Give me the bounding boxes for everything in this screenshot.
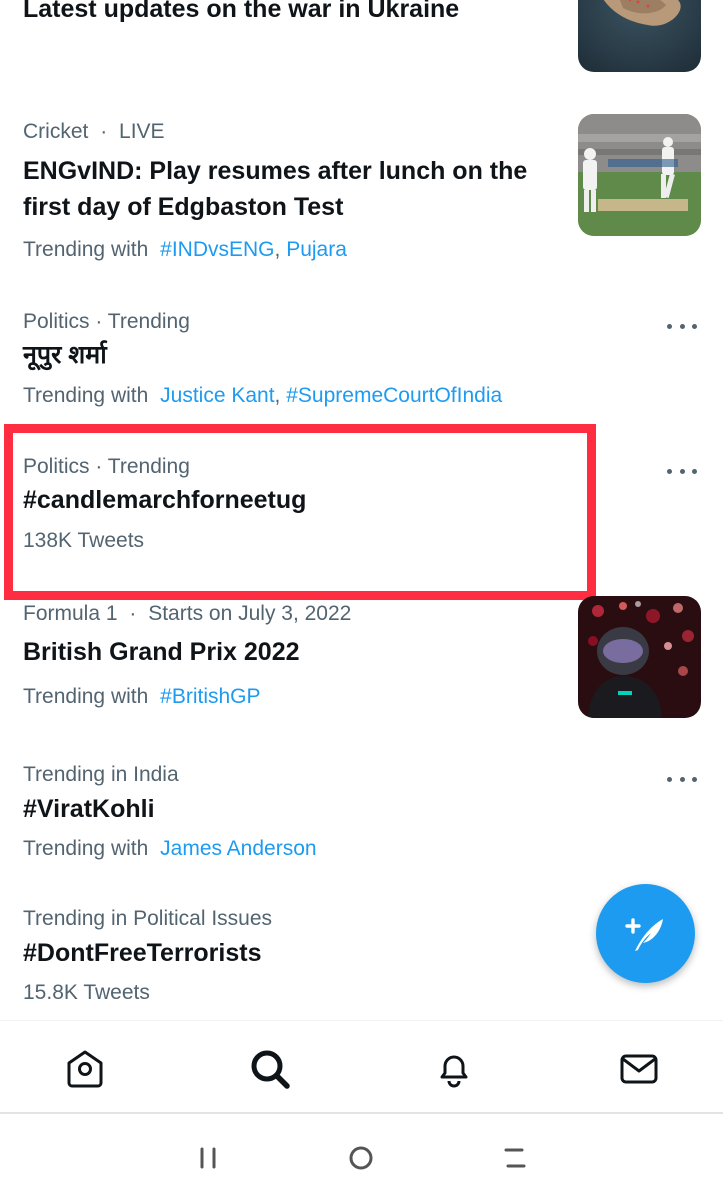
trend-meta: Politics · Trending <box>23 455 190 478</box>
bell-icon <box>440 1055 468 1088</box>
island-aerial-photo <box>578 0 701 72</box>
trend-category: Cricket <box>23 120 89 143</box>
search-icon <box>251 1050 290 1089</box>
dot-separator: · <box>129 602 137 625</box>
tweet-count: 15.8K Tweets <box>23 981 150 1004</box>
home-icon <box>67 1050 103 1088</box>
trend-link-pujara[interactable]: Pujara <box>286 238 347 261</box>
more-options-icon[interactable] <box>667 461 697 481</box>
event-date: Starts on July 3, 2022 <box>148 602 352 625</box>
compose-tweet-icon <box>624 917 663 951</box>
trend-title: #ViratKohli <box>23 795 155 823</box>
search-tab[interactable] <box>246 1045 294 1093</box>
explore-screen: Latest updates on the war in Ukraine Cri… <box>0 0 723 1200</box>
trend-meta: Trending in India <box>23 763 179 786</box>
compose-tweet-button[interactable] <box>596 884 695 983</box>
back-icon <box>504 1148 526 1168</box>
trend-meta: Cricket · LIVE <box>23 120 165 144</box>
trend-title: नूपुर शर्मा <box>23 341 107 369</box>
trend-link-britishgp[interactable]: #BritishGP <box>160 685 260 708</box>
trend-meta: Formula 1 · Starts on July 3, 2022 <box>23 602 351 626</box>
home-tab[interactable] <box>61 1045 109 1093</box>
trending-with-label: Trending with <box>23 837 149 860</box>
trend-item-ukraine[interactable]: Latest updates on the war in Ukraine <box>0 0 723 100</box>
trend-subline: Trending with #INDvsENG, Pujara <box>23 238 347 262</box>
trending-with-label: Trending with <box>23 384 149 407</box>
recent-apps-icon <box>200 1147 216 1169</box>
trending-with-label: Trending with <box>23 238 149 261</box>
trend-link-justice-kant[interactable]: Justice Kant <box>160 384 274 407</box>
trend-subline: Trending with #BritishGP <box>23 685 261 709</box>
trend-title: ENGvIND: Play resumes after lunch on the… <box>23 153 527 225</box>
tweet-count: 138K Tweets <box>23 529 145 552</box>
trend-item-viratkohli[interactable]: Trending in India #ViratKohli Trending w… <box>0 753 723 873</box>
trend-item-candlemarchforneetug[interactable]: Politics · Trending #candlemarchforneetu… <box>0 445 723 575</box>
more-options-icon[interactable] <box>667 769 697 789</box>
live-status: LIVE <box>119 120 165 143</box>
trend-item-british-gp[interactable]: Formula 1 · Starts on July 3, 2022 Briti… <box>0 593 723 733</box>
trend-title: Latest updates on the war in Ukraine <box>23 0 460 23</box>
comma-separator: , <box>274 238 281 261</box>
trend-item-cricket[interactable]: Cricket · LIVE ENGvIND: Play resumes aft… <box>0 110 723 280</box>
trend-link-indvseng[interactable]: #INDvsENG <box>160 238 274 261</box>
cricket-match-photo <box>578 114 701 236</box>
bottom-navigation-bar <box>0 1020 723 1112</box>
trend-title: British Grand Prix 2022 <box>23 638 300 666</box>
trend-subline: Trending with Justice Kant, #SupremeCour… <box>23 384 502 408</box>
trend-title: #DontFreeTerrorists <box>23 939 262 967</box>
trend-title: #candlemarchforneetug <box>23 486 307 514</box>
comma-separator: , <box>274 384 281 407</box>
messages-tab[interactable] <box>615 1045 663 1093</box>
notifications-tab[interactable] <box>430 1045 478 1093</box>
trend-link-supremecourtofindia[interactable]: #SupremeCourtOfIndia <box>286 384 502 407</box>
trend-meta: Politics · Trending <box>23 310 190 333</box>
home-circle-icon <box>349 1146 373 1170</box>
mail-icon <box>620 1054 658 1084</box>
trend-title-line1: ENGvIND: Play resumes after lunch on the <box>23 157 528 185</box>
trend-category: Formula 1 <box>23 602 118 625</box>
trend-item-nupur-sharma[interactable]: Politics · Trending नूपुर शर्मा Trending… <box>0 300 723 420</box>
recent-apps-button[interactable] <box>190 1140 226 1176</box>
more-options-icon[interactable] <box>667 316 697 336</box>
system-home-button[interactable] <box>343 1140 379 1176</box>
trending-with-label: Trending with <box>23 685 149 708</box>
system-navigation-bar <box>0 1112 723 1200</box>
trend-link-james-anderson[interactable]: James Anderson <box>160 837 316 860</box>
f1-driver-photo <box>578 596 701 718</box>
trend-subline: Trending with James Anderson <box>23 837 317 861</box>
dot-separator: · <box>100 120 108 143</box>
trend-title-line2: first day of Edgbaston Test <box>23 193 344 221</box>
trend-meta: Trending in Political Issues <box>23 907 273 930</box>
system-back-button[interactable] <box>497 1140 533 1176</box>
